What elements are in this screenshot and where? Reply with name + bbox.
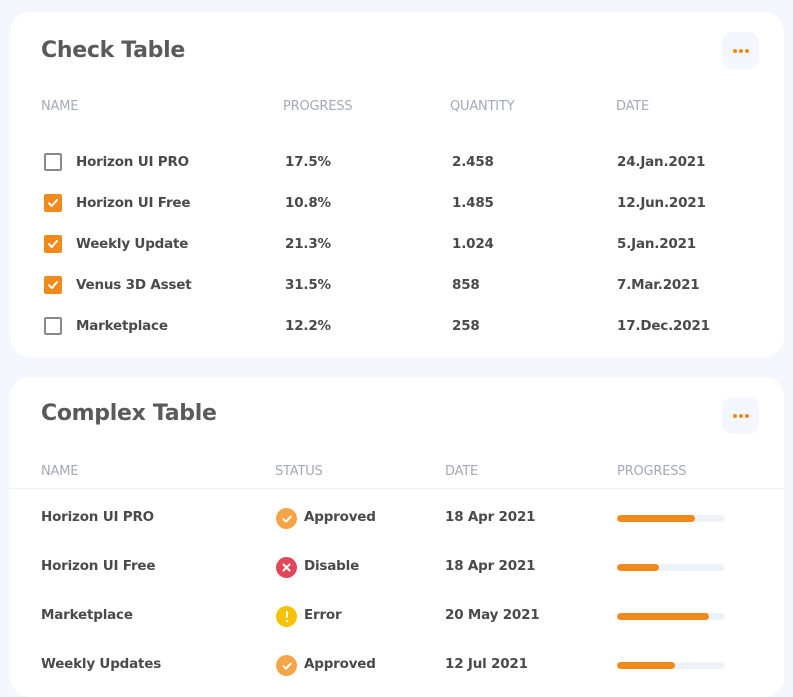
- row-checkbox[interactable]: [44, 235, 62, 253]
- table-cell-name: Weekly Updates: [41, 656, 162, 672]
- progress-bar: [617, 613, 725, 620]
- table-cell-name: Horizon UI PRO: [76, 154, 189, 170]
- table-cell-date: 20 May 2021: [445, 607, 540, 623]
- table-cell-date: 18 Apr 2021: [445, 558, 536, 574]
- check-table-menu-button[interactable]: [722, 32, 759, 69]
- column-header-date: DATE: [616, 99, 650, 114]
- column-header-status: STATUS: [275, 464, 323, 479]
- complex-table-title: Complex Table: [41, 401, 217, 426]
- complex-table-card: Complex Table NAME STATUS DATE PROGRESS …: [10, 377, 784, 697]
- table-cell-quantity: 1.024: [452, 236, 494, 252]
- table-cell-date: 18 Apr 2021: [445, 509, 536, 525]
- more-icon: [732, 48, 749, 53]
- table-cell-name: Venus 3D Asset: [76, 277, 192, 293]
- check-table-card: Check Table NAME PROGRESS QUANTITY DATE …: [10, 12, 784, 357]
- table-cell-name: Horizon UI PRO: [41, 509, 154, 525]
- status-label: Approved: [304, 509, 376, 525]
- row-checkbox[interactable]: [44, 153, 62, 171]
- table-cell-date: 12 Jul 2021: [445, 656, 528, 672]
- status-label: Disable: [304, 558, 360, 574]
- status-label: Error: [304, 607, 342, 623]
- table-cell-date: 7.Mar.2021: [617, 277, 700, 293]
- column-header-progress: PROGRESS: [283, 99, 353, 114]
- table-cell-date: 24.Jan.2021: [617, 154, 706, 170]
- table-cell-quantity: 858: [452, 277, 480, 293]
- row-checkbox[interactable]: [44, 194, 62, 212]
- table-cell-name: Marketplace: [41, 607, 133, 623]
- progress-bar-fill: [617, 613, 709, 620]
- table-cell-date: 5.Jan.2021: [617, 236, 696, 252]
- alert-circle-icon: [276, 606, 297, 627]
- table-cell-date: 12.Jun.2021: [617, 195, 706, 211]
- check-table-title: Check Table: [41, 38, 185, 63]
- table-cell-progress: 31.5%: [285, 277, 331, 293]
- status-label: Approved: [304, 656, 376, 672]
- column-header-progress: PROGRESS: [617, 464, 687, 479]
- table-cell-name: Marketplace: [76, 318, 168, 334]
- table-cell-quantity: 2.458: [452, 154, 494, 170]
- column-header-name: NAME: [41, 464, 79, 479]
- more-icon: [732, 413, 749, 418]
- progress-bar-fill: [617, 515, 695, 522]
- header-divider: [10, 488, 784, 489]
- table-cell-date: 17.Dec.2021: [617, 318, 710, 334]
- progress-bar: [617, 515, 725, 522]
- table-cell-quantity: 258: [452, 318, 480, 334]
- progress-bar: [617, 564, 725, 571]
- column-header-name: NAME: [41, 99, 79, 114]
- complex-table-menu-button[interactable]: [722, 397, 759, 434]
- row-checkbox[interactable]: [44, 317, 62, 335]
- table-cell-name: Horizon UI Free: [76, 195, 191, 211]
- checkmark-icon: [48, 240, 58, 248]
- check-circle-icon: [276, 508, 297, 529]
- progress-bar-fill: [617, 564, 660, 571]
- row-checkbox[interactable]: [44, 276, 62, 294]
- table-cell-progress: 21.3%: [285, 236, 331, 252]
- checkmark-icon: [48, 199, 58, 207]
- table-cell-progress: 10.8%: [285, 195, 331, 211]
- checkmark-icon: [48, 281, 58, 289]
- table-cell-progress: 17.5%: [285, 154, 331, 170]
- table-cell-name: Horizon UI Free: [41, 558, 156, 574]
- x-circle-icon: [276, 557, 297, 578]
- table-cell-quantity: 1.485: [452, 195, 494, 211]
- column-header-quantity: QUANTITY: [450, 99, 515, 114]
- table-cell-name: Weekly Update: [76, 236, 189, 252]
- table-cell-progress: 12.2%: [285, 318, 331, 334]
- column-header-date: DATE: [445, 464, 479, 479]
